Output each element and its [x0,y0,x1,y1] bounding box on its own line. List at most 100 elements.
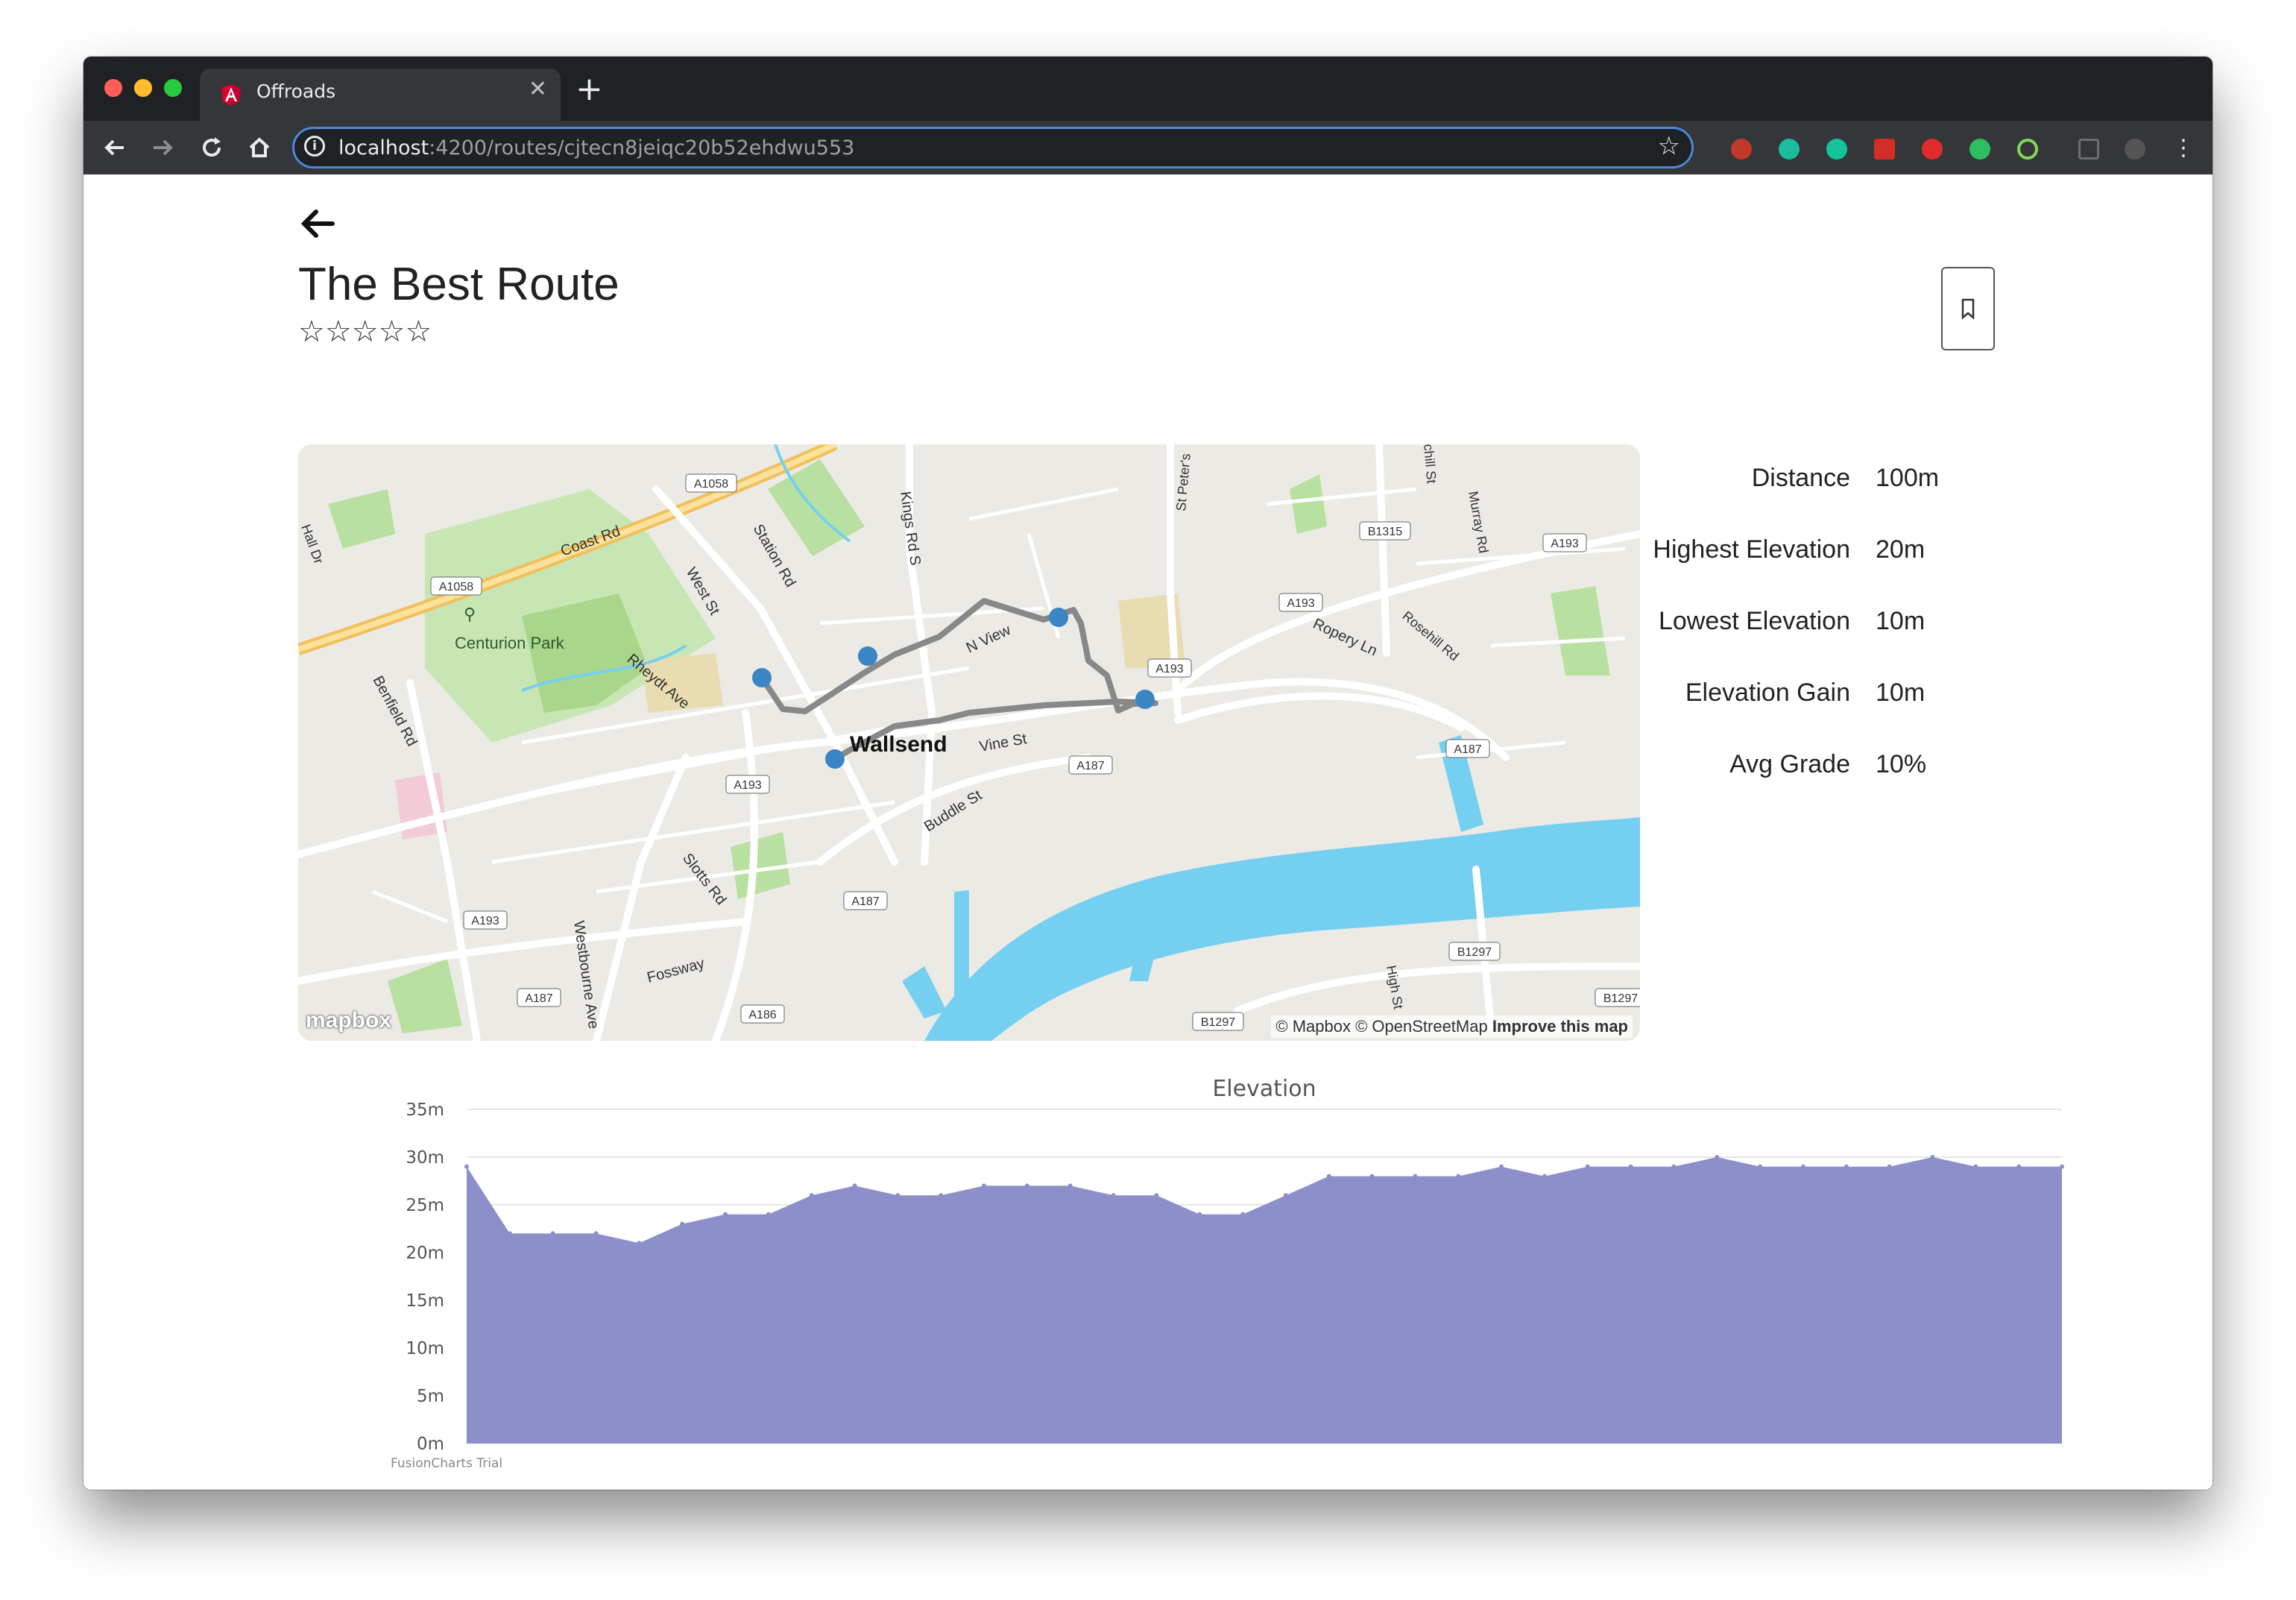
elevation-point[interactable] [1326,1174,1331,1179]
rating-star[interactable]: ☆ [379,315,406,349]
new-tab-button[interactable]: + [575,73,603,106]
elevation-point[interactable] [1499,1164,1504,1169]
elevation-point[interactable] [680,1221,685,1226]
avatar[interactable] [2125,139,2145,160]
stat-value: 10% [1876,750,1927,778]
y-tick-label: 25m [406,1196,444,1215]
y-tick-label: 5m [417,1387,444,1406]
rating-star[interactable]: ☆ [405,315,432,349]
close-tab-icon[interactable]: ✕ [529,76,547,102]
grammarly-icon[interactable] [1826,139,1847,160]
road-shield: B1297 [1603,992,1638,1005]
angular-icon [221,84,241,106]
rating-star[interactable]: ☆ [325,315,352,349]
elevation-point[interactable] [1715,1155,1720,1159]
tab-offroads[interactable]: Offroads ✕ [200,69,561,121]
elevation-point[interactable] [1800,1164,1805,1169]
back-arrow-icon[interactable] [297,203,338,245]
map-canvas[interactable]: Wallsend Centurion Park ⚲ Coast Rd Stati… [298,444,1640,1041]
elevation-point[interactable] [507,1231,512,1236]
elevation-point[interactable] [1671,1164,1677,1169]
maximize-window-button[interactable] [164,79,182,97]
minimize-window-button[interactable] [134,79,152,97]
elevation-chart-svg: Elevation 0m 5m 10m 15m 20m 25m 30m 35m FusionC… [391,1076,2064,1471]
address-bar[interactable]: i localhost:4200/routes/cjtecn8jeiqc20b5… [292,127,1694,168]
elevation-point[interactable] [1197,1212,1202,1217]
elevation-point[interactable] [637,1241,642,1246]
elevation-point[interactable] [1024,1183,1029,1188]
page-content: The Best Route ☆☆☆☆☆ Wallsend Centurion … [83,174,2213,1490]
reload-icon[interactable] [195,131,228,164]
elevation-point[interactable] [464,1164,469,1169]
elevation-point[interactable] [1067,1183,1073,1188]
rating-star[interactable]: ☆ [352,315,379,349]
elevation-point[interactable] [2016,1164,2022,1169]
mapbox-logo[interactable]: mapbox [306,1008,391,1033]
bookmark-button[interactable] [1941,267,1995,350]
close-window-button[interactable] [104,79,122,97]
elevation-point[interactable] [852,1183,857,1188]
cast-icon[interactable] [2078,139,2099,160]
elevation-point[interactable] [1240,1212,1246,1217]
elevation-point[interactable] [550,1231,555,1236]
stat-value: 100m [1876,464,1940,492]
url-text[interactable]: localhost:4200/routes/cjtecn8jeiqc20b52e… [338,136,854,160]
elevation-point[interactable] [895,1193,901,1198]
elevation-point[interactable] [2060,1164,2064,1169]
elevation-point[interactable] [723,1212,728,1217]
stat-label: Highest Elevation [1653,535,1850,564]
mercury-icon[interactable] [1779,139,1800,160]
waypoint-marker[interactable] [1049,608,1068,627]
vivaldi-icon[interactable] [1922,139,1943,160]
elevation-point[interactable] [1973,1164,1978,1169]
menu-icon[interactable]: ⋮ [2172,137,2195,160]
waypoint-marker[interactable] [858,646,877,666]
rating-star[interactable]: ☆ [298,315,325,349]
bookmark-icon [1961,298,1975,320]
elevation-point[interactable] [1413,1174,1418,1179]
route-map[interactable]: Wallsend Centurion Park ⚲ Coast Rd Stati… [298,444,1640,1041]
rating-stars[interactable]: ☆☆☆☆☆ [298,315,432,349]
back-icon[interactable] [98,131,131,164]
lastpass-icon[interactable] [1874,139,1895,160]
browser-window: Offroads ✕ + i localhost:4200/routes/cjt… [83,57,2213,1490]
elevation-point[interactable] [1758,1164,1763,1169]
elevation-point[interactable] [1585,1164,1590,1169]
elevation-point[interactable] [939,1193,944,1198]
road-shield: A193 [471,915,499,927]
waypoint-marker[interactable] [1135,690,1155,709]
target-icon[interactable] [2017,139,2038,160]
road-shield: B1297 [1201,1016,1235,1029]
road-shield: A193 [1287,597,1314,610]
bookmark-star-icon[interactable]: ☆ [1658,131,1680,161]
elevation-point[interactable] [1283,1193,1288,1198]
elevation-point[interactable] [982,1183,987,1188]
waypoint-marker[interactable] [825,749,845,769]
y-tick-label: 0m [417,1434,444,1454]
stat-value: 10m [1876,607,1926,635]
elevation-point[interactable] [1369,1174,1375,1179]
elevation-point[interactable] [1887,1164,1892,1169]
site-info-icon[interactable]: i [304,136,325,157]
y-tick-label: 35m [406,1100,444,1120]
elevation-point[interactable] [1844,1164,1849,1169]
road-shield: B1297 [1457,946,1492,959]
elevation-point[interactable] [1542,1174,1547,1179]
stat-value: 10m [1876,678,1926,707]
waypoint-marker[interactable] [752,668,772,687]
park-icon: ⚲ [464,605,476,623]
elevation-point[interactable] [1930,1155,1935,1159]
browser-toolbar: i localhost:4200/routes/cjtecn8jeiqc20b5… [83,121,2213,174]
forward-icon[interactable] [146,131,179,164]
ghostery-icon[interactable] [1731,139,1752,160]
elevation-point[interactable] [1154,1193,1159,1198]
elevation-point[interactable] [1456,1174,1461,1179]
elevation-point[interactable] [593,1231,599,1236]
elevation-point[interactable] [1628,1164,1633,1169]
elevation-point[interactable] [766,1212,771,1217]
elevation-point[interactable] [1111,1193,1116,1198]
elevation-point[interactable] [809,1193,814,1198]
evernote-icon[interactable] [1969,139,1990,160]
home-icon[interactable] [243,131,276,164]
improve-map-link[interactable]: Improve this map [1492,1017,1628,1036]
